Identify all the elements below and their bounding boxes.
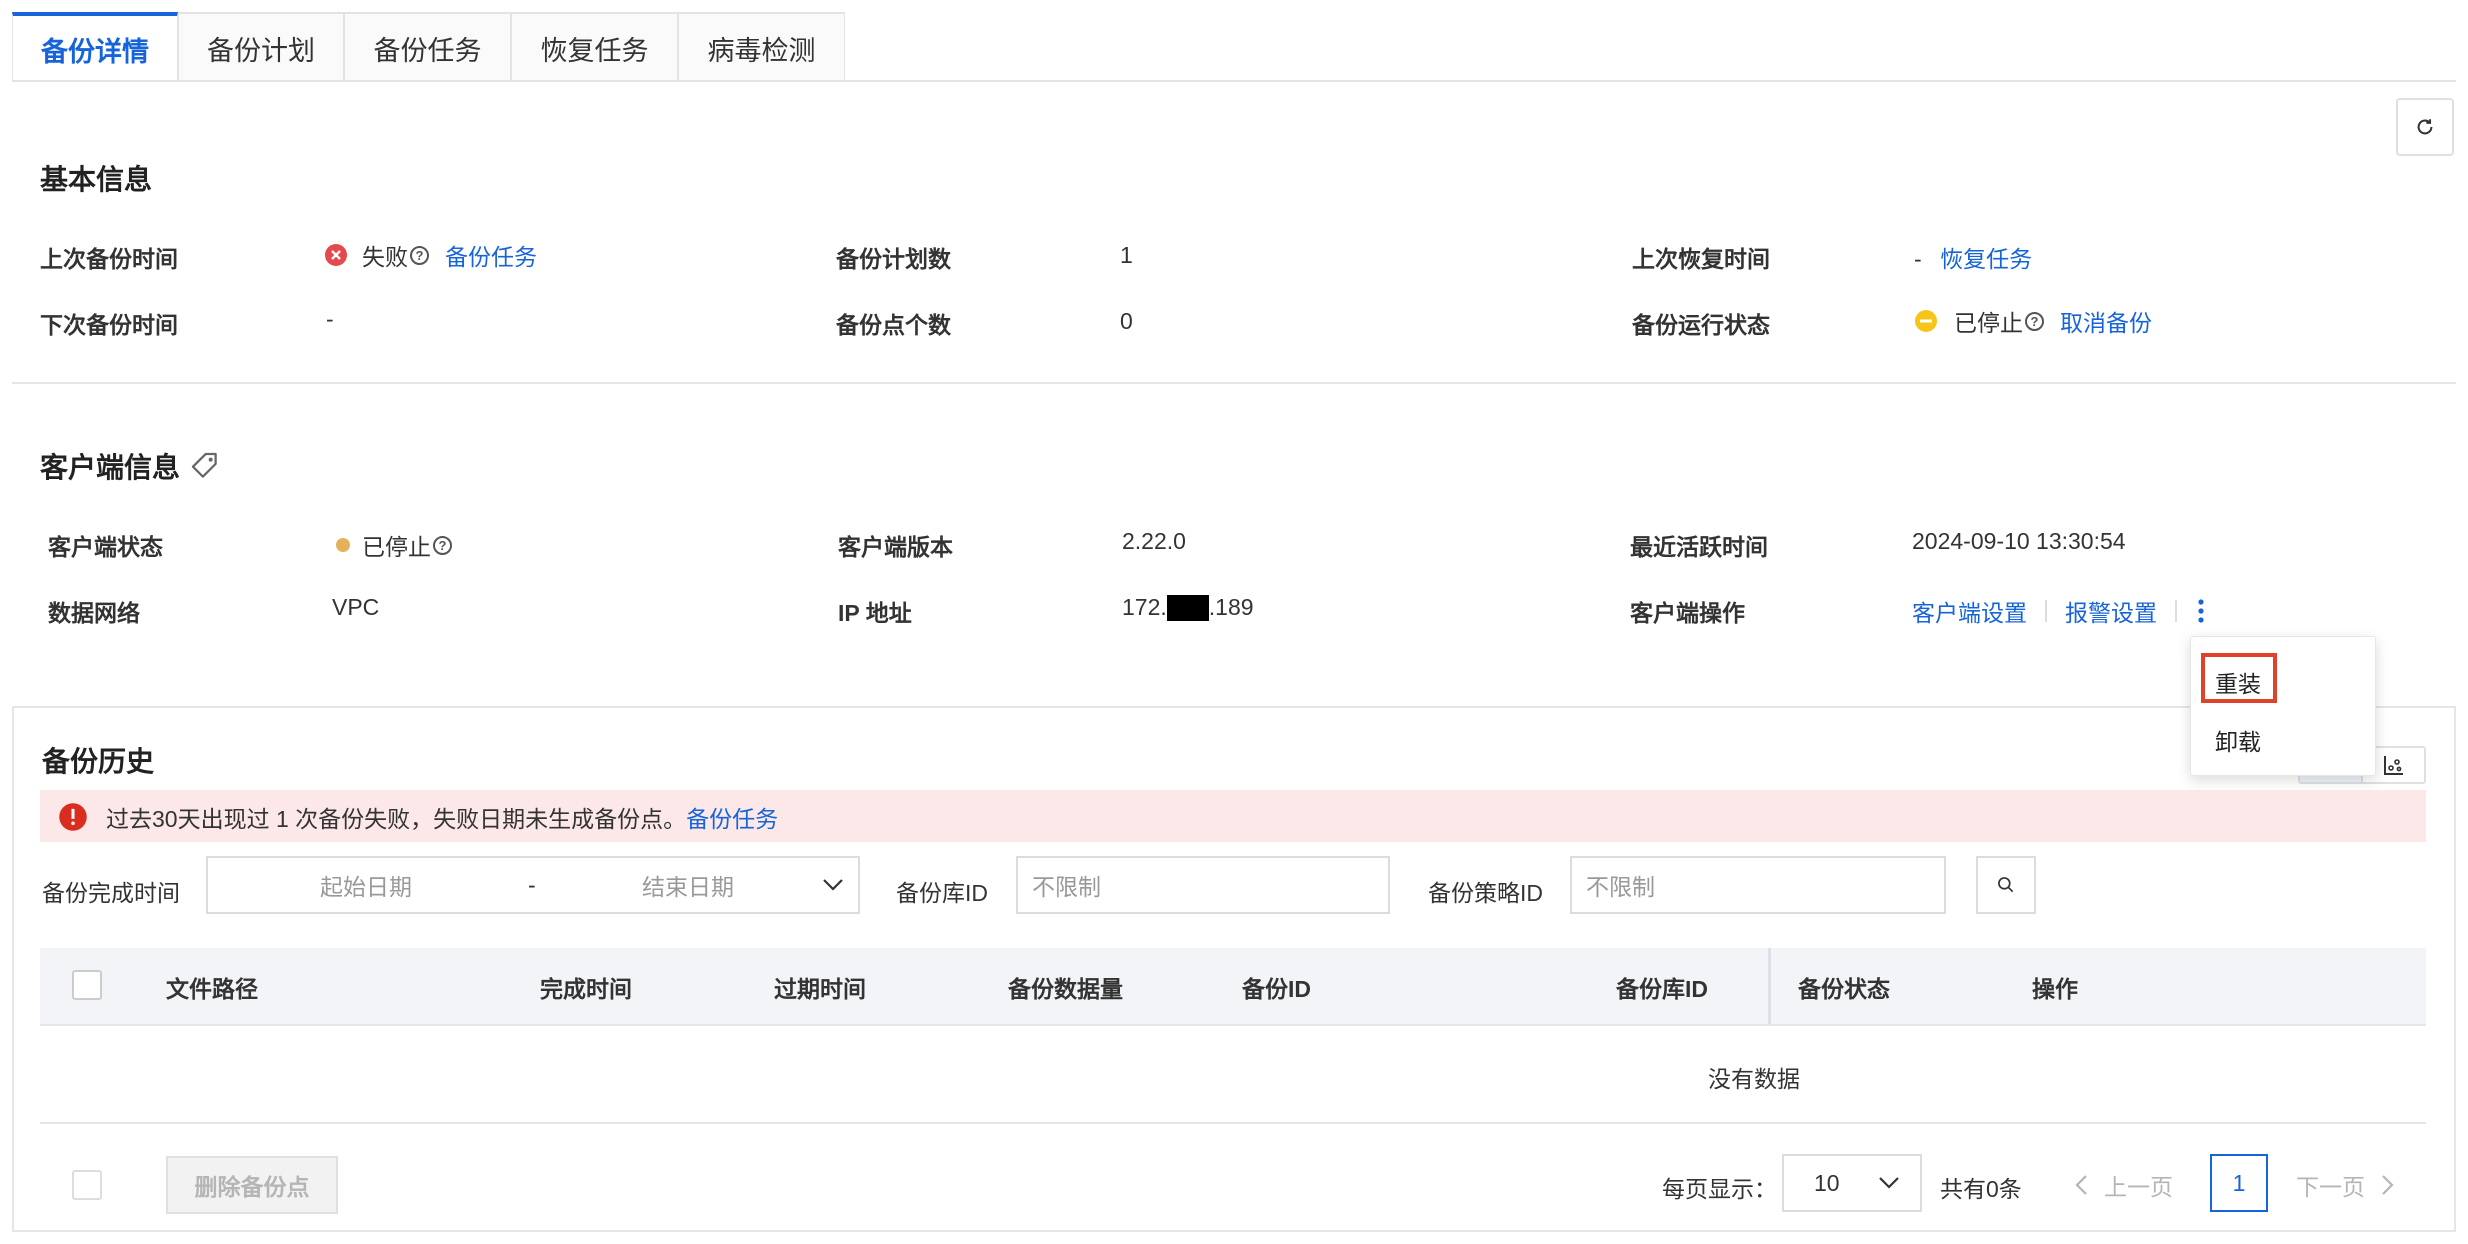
reinstall-menu-item[interactable]: 重装 (2215, 665, 2261, 699)
footer-select-checkbox[interactable] (72, 1170, 102, 1200)
client-info-title: 客户端信息 (40, 446, 222, 486)
date-range-picker[interactable]: 起始日期 - 结束日期 (206, 856, 860, 914)
client-status-label: 客户端状态 (48, 534, 163, 560)
basic-info-title: 基本信息 (40, 164, 153, 195)
search-button[interactable] (1976, 856, 2036, 914)
scatter-chart-icon (2383, 756, 2403, 775)
ip-value: 172. .189 (1122, 594, 1254, 621)
chevron-left-icon (2075, 1175, 2087, 1195)
search-icon (1998, 877, 2014, 893)
vault-id-input[interactable]: 不限制 (1016, 856, 1390, 914)
col-finish-time: 完成时间 (540, 976, 632, 1002)
tab-backup-task[interactable]: 备份任务 (344, 12, 511, 82)
help-icon[interactable]: ? (2025, 311, 2044, 331)
column-divider (1768, 948, 1771, 1024)
network-label: 数据网络 (48, 600, 140, 626)
col-data-size: 备份数据量 (1008, 976, 1123, 1002)
status-dot (336, 538, 350, 552)
tab-backup-plan[interactable]: 备份计划 (178, 12, 344, 82)
tab-divider (12, 80, 2456, 82)
help-icon[interactable]: ? (410, 245, 429, 265)
ops-separator (2175, 600, 2177, 622)
col-file-path: 文件路径 (166, 976, 258, 1002)
alert-backup-task-link[interactable]: 备份任务 (686, 800, 778, 834)
chevron-right-icon (2382, 1175, 2394, 1195)
policy-id-label: 备份策略ID (1428, 880, 1543, 906)
col-vault-id: 备份库ID (1616, 976, 1708, 1002)
backup-task-link[interactable]: 备份任务 (445, 238, 537, 272)
error-icon (325, 244, 347, 266)
total-count: 共有0条 (1940, 1176, 2022, 1202)
redacted-block (1166, 594, 1209, 621)
next-backup-label: 下次备份时间 (40, 312, 178, 338)
select-all-checkbox[interactable] (72, 970, 102, 1000)
ops-separator (2045, 600, 2047, 622)
tab-virus-scan[interactable]: 病毒检测 (678, 12, 845, 82)
next-page-button[interactable]: 下一页 (2296, 1168, 2395, 1202)
restore-task-link[interactable]: 恢复任务 (1940, 246, 2032, 272)
delete-backup-point-button[interactable]: 删除备份点 (166, 1156, 338, 1214)
network-value: VPC (332, 594, 380, 620)
col-expire-time: 过期时间 (774, 976, 866, 1002)
table-bottom-divider (40, 1122, 2426, 1124)
client-settings-link[interactable]: 客户端设置 (1912, 594, 2027, 628)
refresh-icon (2417, 119, 2433, 135)
chevron-down-icon (1879, 1177, 1899, 1189)
run-status-label: 备份运行状态 (1632, 312, 1770, 338)
client-version-label: 客户端版本 (838, 534, 953, 560)
page-size-select[interactable]: 10 (1782, 1154, 1922, 1212)
last-active-value: 2024-09-10 13:30:54 (1912, 528, 2126, 554)
section-divider (12, 382, 2456, 384)
last-restore-label: 上次恢复时间 (1632, 246, 1770, 272)
alert-icon (59, 803, 87, 831)
alert-content: 过去30天出现过 1 次备份失败，失败日期未生成备份点。 备份任务 (58, 800, 778, 834)
start-date-input[interactable]: 起始日期 (320, 868, 412, 902)
help-icon[interactable]: ? (433, 535, 452, 555)
paused-icon (1915, 310, 1937, 332)
table-header: 文件路径 完成时间 过期时间 备份数据量 备份ID 备份库ID 备份状态 操作 (40, 948, 2426, 1024)
backup-history-title: 备份历史 (42, 746, 155, 777)
end-date-input[interactable]: 结束日期 (642, 868, 734, 902)
empty-text: 没有数据 (1708, 1066, 1800, 1092)
vault-id-label: 备份库ID (896, 880, 988, 906)
client-ops: 客户端设置 报警设置 (1912, 594, 2207, 628)
page-size-label: 每页显示： (1662, 1176, 1777, 1202)
col-actions: 操作 (2032, 976, 2078, 1002)
col-backup-id: 备份ID (1242, 976, 1311, 1002)
client-ops-dropdown: 重装 卸载 (2190, 636, 2376, 776)
plan-count-label: 备份计划数 (836, 246, 951, 272)
cancel-backup-link[interactable]: 取消备份 (2060, 304, 2152, 338)
date-separator: - (528, 871, 536, 898)
tag-icon[interactable] (188, 449, 222, 483)
last-restore-value: - 恢复任务 (1914, 246, 2033, 272)
last-backup-status: 失败 (362, 244, 408, 270)
chevron-down-icon (823, 879, 843, 891)
last-backup-value: 失败 ? 备份任务 (324, 238, 537, 272)
more-icon[interactable] (2195, 597, 2207, 625)
point-count-label: 备份点个数 (836, 312, 951, 338)
col-backup-status: 备份状态 (1798, 976, 1890, 1002)
tab-backup-details[interactable]: 备份详情 (12, 12, 178, 82)
table-row-divider (40, 1024, 2426, 1026)
tab-restore-task[interactable]: 恢复任务 (511, 12, 678, 82)
policy-id-input[interactable]: 不限制 (1570, 856, 1946, 914)
client-ops-label: 客户端操作 (1630, 600, 1745, 626)
alert-text: 过去30天出现过 1 次备份失败，失败日期未生成备份点。 (106, 806, 687, 832)
next-backup-value: - (326, 306, 334, 332)
ip-label: IP 地址 (838, 600, 912, 626)
page-1-button[interactable]: 1 (2210, 1154, 2268, 1212)
client-status-value: 已停止 ? (336, 528, 452, 562)
point-count-link[interactable]: 0 (1120, 308, 1133, 335)
uninstall-menu-item[interactable]: 卸载 (2215, 723, 2261, 757)
alarm-settings-link[interactable]: 报警设置 (2065, 594, 2157, 628)
run-status-value: 已停止 ? 取消备份 (1914, 304, 2152, 338)
plan-count-link[interactable]: 1 (1120, 242, 1133, 269)
finish-time-label: 备份完成时间 (42, 880, 180, 906)
tab-bar: 备份详情 备份计划 备份任务 恢复任务 病毒检测 (12, 12, 845, 82)
client-version-value: 2.22.0 (1122, 528, 1186, 554)
prev-page-button[interactable]: 上一页 (2074, 1168, 2173, 1202)
last-backup-label: 上次备份时间 (40, 246, 178, 272)
last-active-label: 最近活跃时间 (1630, 534, 1768, 560)
refresh-button[interactable] (2396, 98, 2454, 156)
